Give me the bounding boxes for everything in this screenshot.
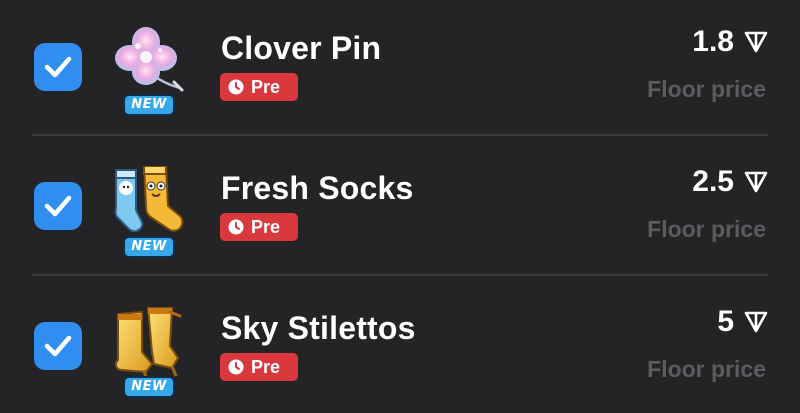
clock-icon (228, 359, 244, 375)
price-amount: 5 (717, 305, 734, 338)
clock-icon (228, 79, 244, 95)
price-amount: 2.5 (692, 165, 734, 198)
price-value: 1.8 (692, 25, 768, 59)
list-item[interactable]: NEW Fresh Socks Pre 2.5 Floor price (0, 140, 800, 280)
price-value: 5 (717, 305, 768, 339)
clover-pin-icon: NEW (108, 24, 190, 116)
ton-icon (744, 171, 768, 193)
list-item[interactable]: NEW Sky Stilettos Pre 5 Floor price (0, 280, 800, 413)
select-checkbox[interactable] (34, 322, 82, 370)
list-item[interactable]: NEW Clover Pin Pre 1.8 Floor price (0, 0, 800, 140)
floor-price-label: Floor price (647, 356, 766, 382)
price-amount: 1.8 (692, 25, 734, 58)
checkmark-icon (44, 195, 72, 217)
pre-label: Pre (251, 76, 281, 97)
item-name: Fresh Socks (221, 170, 414, 206)
divider (32, 134, 768, 136)
socks-icon: NEW (108, 165, 190, 258)
gift-list: NEW Clover Pin Pre 1.8 Floor price NEW F… (0, 0, 800, 413)
ton-icon (744, 31, 768, 53)
price-value: 2.5 (692, 165, 768, 199)
pre-badge: Pre (220, 73, 298, 101)
floor-price-label: Floor price (647, 76, 766, 102)
select-checkbox[interactable] (34, 43, 82, 91)
pre-badge: Pre (220, 213, 298, 241)
pre-label: Pre (251, 356, 281, 377)
select-checkbox[interactable] (34, 182, 82, 230)
pre-badge: Pre (220, 353, 298, 381)
pre-label: Pre (251, 216, 281, 237)
floor-price-label: Floor price (647, 216, 766, 242)
divider (32, 274, 768, 276)
stiletto-boots-icon: NEW (108, 306, 190, 398)
item-name: Clover Pin (221, 30, 382, 66)
ton-icon (744, 311, 768, 333)
clock-icon (228, 219, 244, 235)
checkmark-icon (44, 56, 72, 78)
new-badge: NEW (123, 94, 175, 116)
item-name: Sky Stilettos (221, 310, 416, 346)
new-badge: NEW (123, 376, 175, 398)
checkmark-icon (44, 335, 72, 357)
new-badge: NEW (123, 236, 175, 258)
